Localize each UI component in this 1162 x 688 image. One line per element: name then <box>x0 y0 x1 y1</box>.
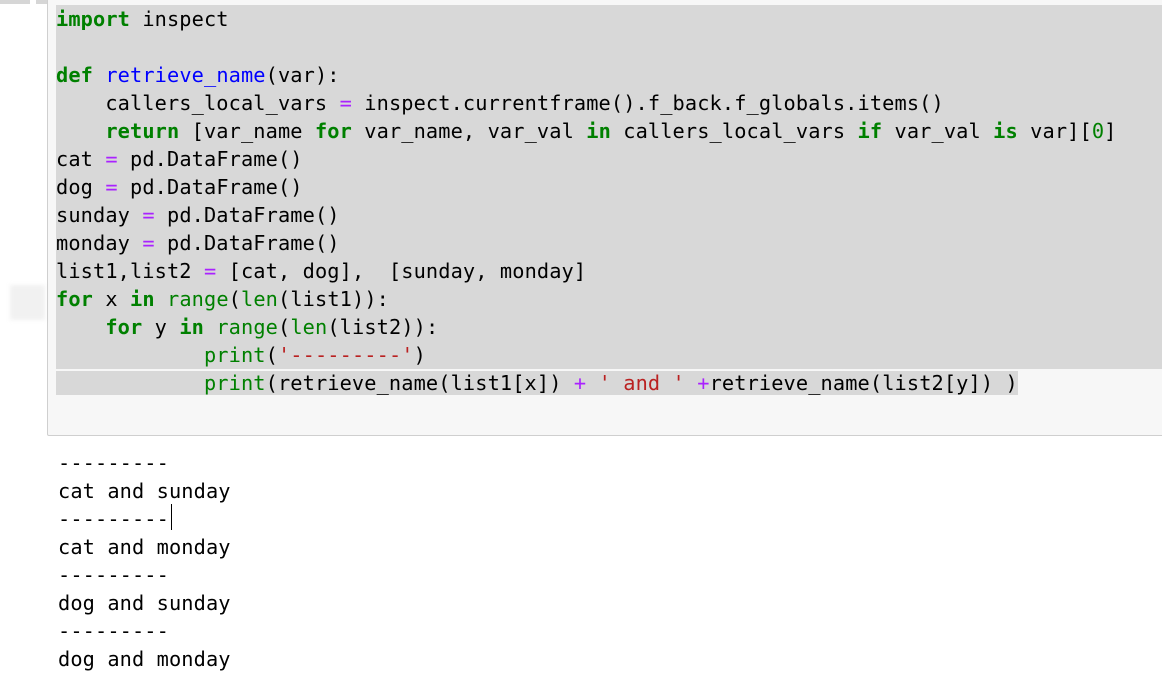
keyword: import <box>56 7 130 31</box>
code-text: retrieve_name(list2[y]) ) <box>709 371 1018 395</box>
code-text: inspect.currentframe().f_back.f_globals.… <box>351 91 944 115</box>
output-line: dog and sunday <box>58 591 231 615</box>
code-line[interactable]: sunday = pd.DataFrame() <box>56 201 1162 229</box>
ghost-artifact <box>10 285 45 320</box>
code-line[interactable]: dog = pd.DataFrame() <box>56 173 1162 201</box>
code-text: ( <box>265 343 278 367</box>
operator: = <box>142 203 155 227</box>
builtin: len <box>241 287 279 311</box>
string-literal: '---------' <box>277 343 414 367</box>
output-line: --------- <box>58 507 169 531</box>
code-line[interactable]: callers_local_vars = inspect.currentfram… <box>56 89 1162 117</box>
operator: = <box>105 175 118 199</box>
builtin: len <box>290 315 328 339</box>
code-line[interactable]: import inspect <box>56 5 1162 33</box>
builtin: print <box>203 371 266 395</box>
code-line[interactable]: for y in range(len(list2)): <box>56 313 1162 341</box>
string-literal: ' and ' <box>598 371 685 395</box>
code-text: inspect <box>129 7 229 31</box>
builtin: range <box>216 315 278 339</box>
code-text: [var_name <box>179 119 315 143</box>
cell-output: --------- cat and sunday --------- cat and … <box>58 449 231 673</box>
code-text: x <box>93 287 130 311</box>
keyword: in <box>586 119 611 143</box>
code-line[interactable]: monday = pd.DataFrame() <box>56 229 1162 257</box>
keyword: in <box>130 287 155 311</box>
builtin: print <box>203 343 266 367</box>
builtin: range <box>167 287 229 311</box>
operator: + <box>573 371 587 395</box>
code-text: var_val <box>882 119 994 143</box>
code-text: ] <box>1104 119 1117 143</box>
code-line[interactable] <box>56 33 1162 61</box>
output-line: dog and monday <box>58 647 231 671</box>
code-text: list1,list2 <box>56 259 204 283</box>
code-text: [cat, dog], [sunday, monday] <box>216 259 587 283</box>
keyword: if <box>857 119 883 143</box>
code-line[interactable]: print('---------') <box>56 341 1162 369</box>
code-text: (list2)): <box>327 315 439 339</box>
code-text: monday <box>56 231 143 255</box>
code-text: dog <box>56 175 106 199</box>
output-line: --------- <box>58 451 169 475</box>
code-line[interactable]: for x in range(len(list1)): <box>56 285 1162 313</box>
operator: = <box>339 91 352 115</box>
operator: = <box>142 231 155 255</box>
code-text: sunday <box>56 203 143 227</box>
code-line[interactable]: cat = pd.DataFrame() <box>56 145 1162 173</box>
code-line[interactable]: def retrieve_name(var): <box>56 61 1162 89</box>
code-text: callers_local_vars <box>610 119 858 143</box>
code-line[interactable]: return [var_name for var_name, var_val i… <box>56 117 1162 145</box>
code-text: y <box>142 315 180 339</box>
operator: = <box>105 147 118 171</box>
keyword: return <box>105 119 180 143</box>
code-text: (var): <box>265 63 340 87</box>
text-cursor <box>171 504 172 530</box>
code-editor[interactable]: import inspect def retrieve_name(var): c… <box>56 5 1162 397</box>
output-line: cat and monday <box>58 535 231 559</box>
code-text: (retrieve_name(list1[x]) <box>265 371 574 395</box>
code-text: var_name, var_val <box>351 119 587 143</box>
code-text: ( <box>228 287 242 311</box>
code-text: ) <box>413 343 426 367</box>
output-line: --------- <box>58 619 169 643</box>
operator: = <box>203 259 217 283</box>
number-literal: 0 <box>1091 119 1105 143</box>
code-line[interactable]: list1,list2 = [cat, dog], [sunday, monda… <box>56 257 1162 285</box>
code-text: pd.DataFrame() <box>154 203 340 227</box>
operator: + <box>697 371 710 395</box>
function-name: retrieve_name <box>105 63 266 87</box>
code-text: ( <box>278 315 291 339</box>
keyword: for <box>314 119 352 143</box>
keyword: for <box>105 315 143 339</box>
keyword: def <box>56 63 93 87</box>
code-text: callers_local_vars <box>56 91 340 115</box>
code-text: var][ <box>1017 119 1092 143</box>
keyword: is <box>993 119 1018 143</box>
keyword: for <box>56 287 93 311</box>
code-text: pd.DataFrame() <box>117 175 303 199</box>
keyword: in <box>179 315 204 339</box>
code-text: cat <box>56 147 106 171</box>
toolbar-segment <box>0 0 30 4</box>
code-line[interactable]: print(retrieve_name(list1[x]) + ' and ' … <box>56 369 1117 397</box>
code-text: pd.DataFrame() <box>154 231 340 255</box>
code-text: (list1)): <box>278 287 389 311</box>
output-line: cat and sunday <box>58 479 231 503</box>
output-line: --------- <box>58 563 169 587</box>
code-text: pd.DataFrame() <box>117 147 303 171</box>
